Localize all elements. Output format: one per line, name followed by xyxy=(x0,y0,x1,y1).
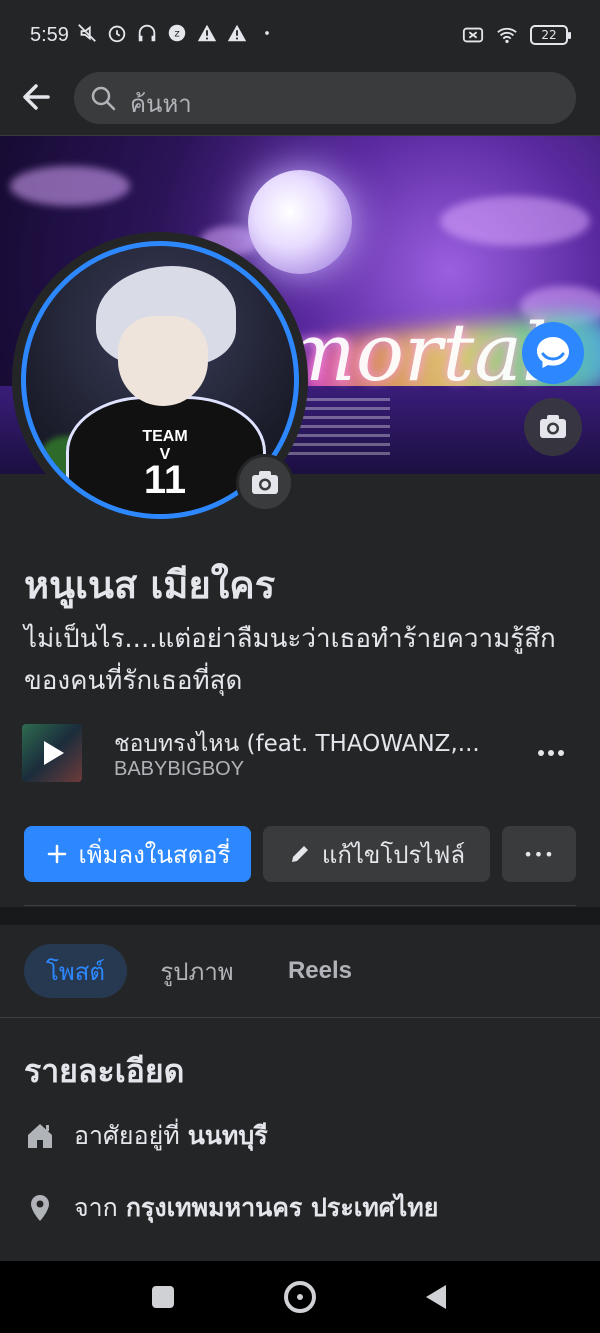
app-notification-icon: z xyxy=(168,24,186,42)
back-arrow-icon[interactable] xyxy=(18,78,56,116)
section-gap xyxy=(0,907,600,925)
warning-icon xyxy=(197,24,217,42)
details-heading: รายละเอียด xyxy=(24,1052,185,1090)
home-button[interactable] xyxy=(284,1281,316,1313)
battery-indicator: 22 xyxy=(530,25,571,45)
tabs-divider xyxy=(0,1017,600,1018)
music-title[interactable]: ชอบทรงไหน (feat. THAOWANZ,... xyxy=(114,726,514,762)
tab-posts[interactable]: โพสต์ xyxy=(24,944,127,998)
status-system-icons: 22 xyxy=(462,24,571,46)
profile-name: หนูเนส เมียใคร xyxy=(24,563,276,607)
from-value[interactable]: กรุงเทพมหานคร ประเทศไทย xyxy=(126,1188,439,1228)
tab-posts-label: โพสต์ xyxy=(46,957,105,986)
edit-profile-label: แก้ไขโปรไฟล์ xyxy=(321,840,466,869)
camera-icon xyxy=(540,415,566,438)
system-navigation-bar xyxy=(0,1261,600,1333)
plus-icon xyxy=(47,844,66,864)
messenger-icon xyxy=(537,337,569,368)
divider xyxy=(24,905,576,906)
search-placeholder: ค้นหา xyxy=(130,90,192,118)
from-prefix: จาก xyxy=(74,1193,118,1222)
edit-profile-button[interactable]: แก้ไขโปรไฟล์ xyxy=(263,826,490,882)
more-actions-button[interactable]: ••• xyxy=(502,826,576,882)
search-bar[interactable]: ค้นหา xyxy=(74,72,576,124)
warning-icon-2 xyxy=(227,24,247,42)
lives-in-prefix: อาศัยอยู่ที่ xyxy=(74,1121,180,1150)
avatar-face xyxy=(118,316,208,406)
detail-lives-in: อาศัยอยู่ที่ นนทบุรี xyxy=(24,1116,268,1156)
lives-in-value[interactable]: นนทบุรี xyxy=(188,1116,268,1156)
cover-moon xyxy=(248,170,352,274)
home-icon xyxy=(28,1124,52,1148)
camera-icon xyxy=(252,471,278,494)
tab-reels[interactable]: Reels xyxy=(270,944,370,998)
recent-apps-button[interactable] xyxy=(152,1286,174,1308)
tab-reels-label: Reels xyxy=(287,957,353,984)
play-icon[interactable] xyxy=(44,741,64,765)
top-header: ค้นหา xyxy=(0,72,600,136)
more-options-icon[interactable] xyxy=(534,738,568,768)
edit-cover-button[interactable] xyxy=(524,398,582,456)
cover-word-art: mortal xyxy=(280,306,548,399)
wifi-icon xyxy=(497,27,517,44)
add-to-story-button[interactable]: เพิ่มลงในสตอรี่ xyxy=(24,826,251,882)
svg-text:z: z xyxy=(174,29,179,40)
mute-icon xyxy=(78,24,96,42)
status-time: 5:59 xyxy=(30,24,69,46)
alarm-icon xyxy=(108,25,126,43)
add-to-story-label: เพิ่มลงในสตอรี่ xyxy=(78,840,231,869)
tab-photos-label: รูปภาพ xyxy=(160,957,234,986)
dot-icon xyxy=(265,31,269,35)
search-icon xyxy=(91,86,116,111)
music-artist: BABYBIGBOY xyxy=(114,758,245,780)
messenger-button[interactable] xyxy=(522,322,584,384)
pencil-icon xyxy=(291,846,308,862)
more-actions-label: ••• xyxy=(523,844,555,864)
back-button[interactable] xyxy=(426,1285,446,1309)
cover-cloud xyxy=(10,166,130,206)
profile-bio: ไม่เป็นไร....แต่อย่าลืมนะว่าเธอทำร้ายควา… xyxy=(24,624,556,696)
status-notification-icons: z xyxy=(76,22,278,44)
location-pin-icon xyxy=(31,1195,49,1221)
home-button-dot xyxy=(297,1294,303,1300)
edit-profile-picture-button[interactable] xyxy=(236,454,294,512)
tab-photos[interactable]: รูปภาพ xyxy=(142,944,252,998)
detail-from: จาก กรุงเทพมหานคร ประเทศไทย xyxy=(24,1188,438,1228)
cover-cloud xyxy=(440,196,590,246)
status-bar: 5:59 z 22 xyxy=(0,0,600,72)
no-sim-icon xyxy=(462,27,484,43)
headphones-icon xyxy=(138,24,156,42)
